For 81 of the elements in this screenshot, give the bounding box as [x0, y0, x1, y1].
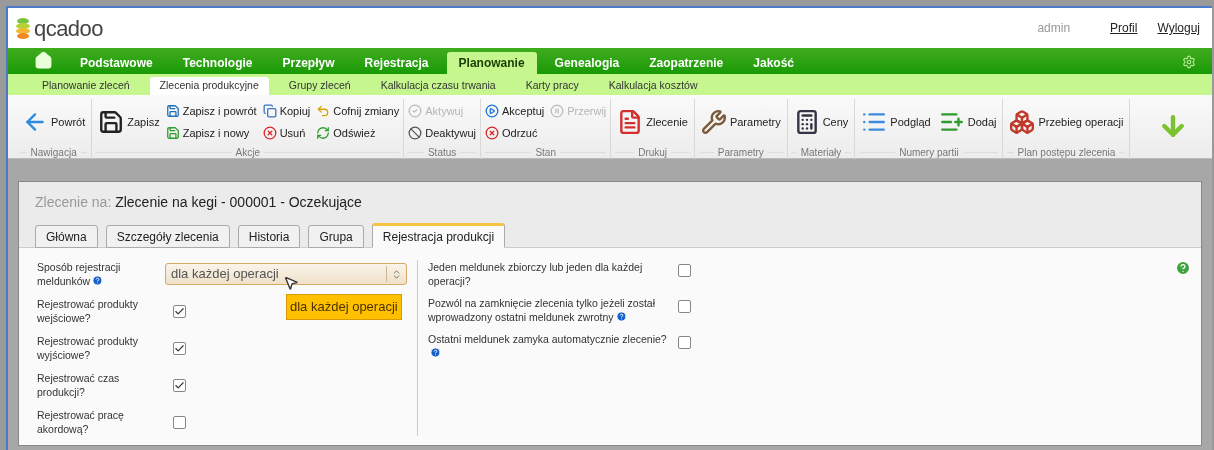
- logo-icon: [16, 17, 30, 39]
- sub-menu-tab[interactable]: Kalkulacja kosztów: [598, 77, 708, 95]
- toolbar-button[interactable]: Cofnij zmiany: [316, 101, 400, 121]
- group-label: Akcje: [235, 145, 260, 160]
- form-tab[interactable]: Grupa: [308, 225, 364, 248]
- field-label: Jeden meldunek zbiorczy lub jeden dla każdej operacji?: [428, 260, 644, 288]
- group-label: Plan postępu zlecenia: [1017, 145, 1116, 160]
- checkbox[interactable]: [173, 415, 186, 429]
- ban-icon: [408, 126, 423, 140]
- cursor-icon: [283, 275, 299, 291]
- toolbar-button[interactable]: Usuń: [262, 123, 311, 143]
- field-label: Sposób rejestracji meldunków: [37, 260, 122, 288]
- toolbar-button[interactable]: Zlecenie: [615, 102, 690, 142]
- checkbox[interactable]: [173, 378, 186, 392]
- toolbar-button[interactable]: Odrzuć: [485, 123, 545, 143]
- checkbox[interactable]: [678, 300, 691, 313]
- header-link[interactable]: Profil: [1110, 19, 1138, 37]
- field-label: Ostatni meldunek zamyka automatycznie zlecenie?: [428, 332, 678, 360]
- refresh-icon: [316, 126, 331, 140]
- help-icon[interactable]: [430, 347, 441, 358]
- sub-menu-tab[interactable]: Kalkulacja czasu trwania: [370, 77, 506, 95]
- check-circle-icon: [408, 104, 423, 118]
- tooltip: dla każdej operacji: [286, 294, 402, 320]
- group-label: Materiały: [800, 145, 842, 160]
- title-prefix: Zlecenie na:: [35, 194, 112, 210]
- toolbar-button[interactable]: Odśwież: [316, 123, 400, 143]
- form-tab[interactable]: Szczegóły zlecenia: [105, 225, 230, 248]
- select-field[interactable]: dla każdej operacji: [165, 263, 407, 285]
- pause-icon: [550, 104, 565, 118]
- field-label: Rejestrować produkty wejściowe?: [37, 297, 139, 325]
- group-label: Parametry: [717, 145, 764, 160]
- help-icon[interactable]: [92, 275, 104, 286]
- logo-text: qcadoo: [34, 14, 103, 43]
- help-icon[interactable]: [1175, 260, 1191, 276]
- group-label: Status: [427, 145, 457, 160]
- sub-menu-tab[interactable]: Grupy zleceń: [278, 77, 361, 95]
- group-label: Numery partii: [899, 145, 959, 160]
- group-label: Nawigacja: [30, 145, 77, 160]
- form-title: Zlecenie na: Zlecenie na kegi - 000001 - Oczekujące: [35, 193, 363, 212]
- checkbox[interactable]: [678, 264, 691, 277]
- toolbar-button[interactable]: Akceptuj: [485, 101, 545, 121]
- toolbar-button[interactable]: Przebieg operacji: [1007, 102, 1126, 142]
- form-tab[interactable]: Historia: [237, 225, 301, 248]
- home-icon[interactable]: [34, 51, 53, 70]
- undo-icon: [316, 104, 331, 118]
- field-label: Rejestrować produkty wyjściowe?: [37, 334, 139, 362]
- copy-icon: [262, 104, 277, 118]
- checkbox[interactable]: [173, 341, 186, 355]
- toolbar-button[interactable]: Kopiuj: [262, 101, 311, 121]
- help-icon[interactable]: [615, 311, 627, 322]
- wrench-icon: [700, 109, 727, 135]
- checkbox[interactable]: [678, 336, 691, 349]
- toolbar-button[interactable]: Ceny: [791, 102, 851, 142]
- field-label: Pozwól na zamknięcie zlecenia tylko jeżeli został wprowadzony ostatni meldunek zwrotny: [428, 296, 657, 324]
- toolbar-button[interactable]: Zapisz i nowy: [165, 123, 257, 143]
- x-circle-icon: [262, 126, 277, 140]
- form-tab[interactable]: Rejestracja produkcji: [371, 223, 506, 248]
- sub-menu-tab[interactable]: Zlecenia produkcyjne: [149, 77, 269, 95]
- header-link[interactable]: Wyloguj: [1157, 19, 1200, 37]
- toolbar-button[interactable]: Podgląd: [859, 102, 933, 142]
- field-label: Rejestrować czas produkcji?: [37, 371, 121, 399]
- sub-menu-tab[interactable]: Karty pracy: [515, 77, 589, 95]
- toolbar-button[interactable]: Zapisz: [96, 102, 162, 142]
- x-circle-icon: [485, 126, 499, 140]
- gears-icon[interactable]: [1182, 55, 1196, 69]
- form-tab[interactable]: Główna: [35, 225, 98, 248]
- play-icon: [485, 104, 499, 118]
- toolbar-button[interactable]: Dodaj: [936, 102, 999, 142]
- group-label: Drukuj: [638, 145, 668, 160]
- toolbar-button[interactable]: Zapisz i powrót: [165, 101, 257, 121]
- toolbar-button[interactable]: Powrót: [20, 102, 88, 142]
- checkbox[interactable]: [173, 304, 186, 318]
- chevron-icon: [391, 268, 402, 280]
- sub-menu-tab[interactable]: Planowanie zleceń: [32, 77, 140, 95]
- toolbar-button[interactable]: Parametry: [698, 102, 783, 142]
- field-label: Rejestrować pracę akordową?: [37, 408, 125, 436]
- main-menu-tab[interactable]: Planowanie: [446, 52, 537, 74]
- boxes-icon: [1009, 109, 1036, 135]
- group-label: Stan: [535, 145, 556, 160]
- user-name: admin: [1037, 20, 1071, 37]
- toolbar-button[interactable]: Deaktywuj: [408, 123, 476, 143]
